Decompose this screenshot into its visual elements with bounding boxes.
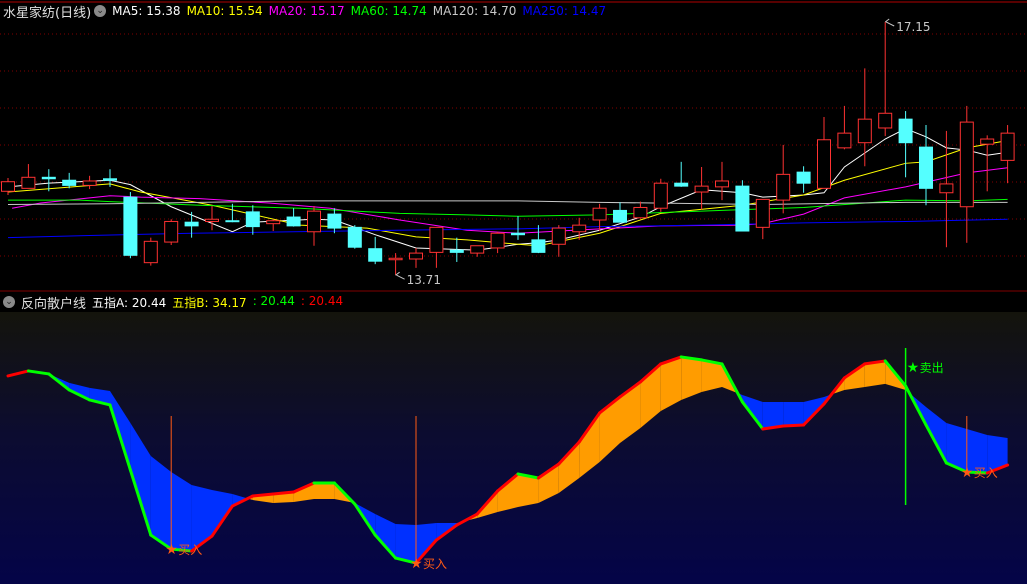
bullish-fill	[518, 474, 539, 508]
candle[interactable]	[123, 192, 138, 259]
candle-body	[511, 232, 525, 236]
candle-body	[755, 198, 770, 228]
candle[interactable]	[735, 180, 750, 232]
line-a-segment	[781, 423, 806, 428]
candle-body	[143, 240, 158, 264]
indicator-name: 反向散户线	[21, 296, 87, 312]
candle-body	[82, 180, 97, 186]
star-icon: ★	[961, 465, 974, 481]
main-chart-header: 水星家纺(日线) ⌄ MA5: 15.38 MA10: 15.54 MA20: 15…	[0, 1, 612, 21]
candle[interactable]	[653, 178, 668, 212]
candle-body	[21, 176, 36, 189]
bearish-fill	[150, 455, 172, 550]
ma-legend-ma10: MA10: 15.54	[186, 4, 263, 18]
candle-body	[205, 218, 219, 222]
candle-body	[878, 112, 893, 129]
candle-body	[531, 239, 546, 253]
candle-body	[164, 220, 179, 243]
candle-body	[62, 179, 77, 186]
candle-body	[1, 181, 15, 192]
indicator-value-1: 五指B: 34.17	[172, 295, 247, 310]
ma-legend-ma250: MA250: 14.47	[522, 4, 607, 18]
ma-legend-ma20: MA20: 15.17	[268, 4, 345, 18]
candle[interactable]	[347, 225, 362, 249]
buy-label: 买入	[178, 543, 202, 557]
ma-legend-ma120: MA120: 14.70	[432, 4, 517, 18]
candle-body	[327, 213, 342, 229]
candle-body	[898, 118, 913, 144]
indicator-value-0: 五指A: 20.44	[92, 295, 167, 310]
candle-body	[837, 132, 852, 149]
candle-body	[919, 146, 933, 189]
chevron-down-circle-icon[interactable]: ⌄	[94, 5, 107, 17]
stock-title: 水星家纺(日线)	[3, 5, 92, 21]
candle-body	[41, 176, 56, 180]
buy-label: 买入	[423, 557, 447, 571]
candle-body	[449, 249, 464, 253]
candle-body	[1000, 132, 1015, 161]
candle-body	[796, 171, 811, 184]
candle-body	[551, 227, 566, 245]
candle[interactable]	[164, 219, 179, 246]
candle-body	[592, 207, 607, 221]
candle-body	[307, 210, 321, 233]
indicator-panel-background	[0, 312, 1027, 584]
candle-body	[225, 220, 240, 223]
chevron-down-circle-icon[interactable]: ⌄	[3, 296, 15, 308]
candle-body	[347, 226, 362, 248]
candle-body	[653, 182, 668, 209]
star-icon: ★	[410, 556, 423, 572]
indicator-value-3: : 20.44	[300, 293, 344, 308]
candle-body	[776, 173, 791, 201]
candle-body	[123, 196, 138, 256]
bullish-fill	[314, 483, 335, 500]
buy-label: 买入	[974, 466, 998, 480]
candle-body	[939, 183, 954, 194]
candle-body	[694, 185, 709, 193]
candle-body	[245, 211, 260, 228]
star-icon: ★	[907, 360, 920, 376]
ma-legend-ma5: MA5: 15.38	[112, 4, 181, 18]
indicator-header: ⌄ 反向散户线 五指A: 20.44 五指B: 34.17 : 20.44 : 20.…	[0, 292, 349, 312]
candle-body	[817, 139, 831, 189]
ma-legend-ma60: MA60: 14.74	[350, 4, 427, 18]
candle-body	[613, 209, 627, 223]
candle-body	[633, 206, 648, 219]
candle-body	[572, 224, 587, 233]
candle-body	[715, 180, 729, 188]
candle-body	[388, 257, 403, 261]
candle-body	[266, 220, 281, 225]
candle-body	[470, 245, 485, 254]
candle-body	[980, 138, 995, 145]
candle-body	[857, 118, 872, 144]
candle-body	[368, 248, 383, 262]
candle-body	[286, 216, 301, 227]
candle-body	[959, 121, 974, 208]
line-a-segment	[271, 490, 296, 496]
price-high-label: 17.15	[896, 20, 930, 34]
indicator-value-2: : 20.44	[252, 293, 295, 308]
candle[interactable]	[143, 237, 158, 266]
sell-label: 卖出	[920, 361, 944, 375]
bearish-fill	[783, 401, 804, 426]
candle-body	[409, 252, 423, 260]
candle-body	[103, 178, 117, 181]
candle-body	[490, 232, 505, 249]
candle-body	[674, 182, 689, 187]
line-a-segment	[251, 492, 275, 498]
price-low-label: 13.71	[407, 273, 441, 287]
candle-body	[184, 221, 199, 227]
candle-body	[735, 185, 750, 232]
star-icon: ★	[165, 542, 178, 558]
bearish-fill	[171, 472, 192, 552]
candle-body	[429, 226, 444, 253]
